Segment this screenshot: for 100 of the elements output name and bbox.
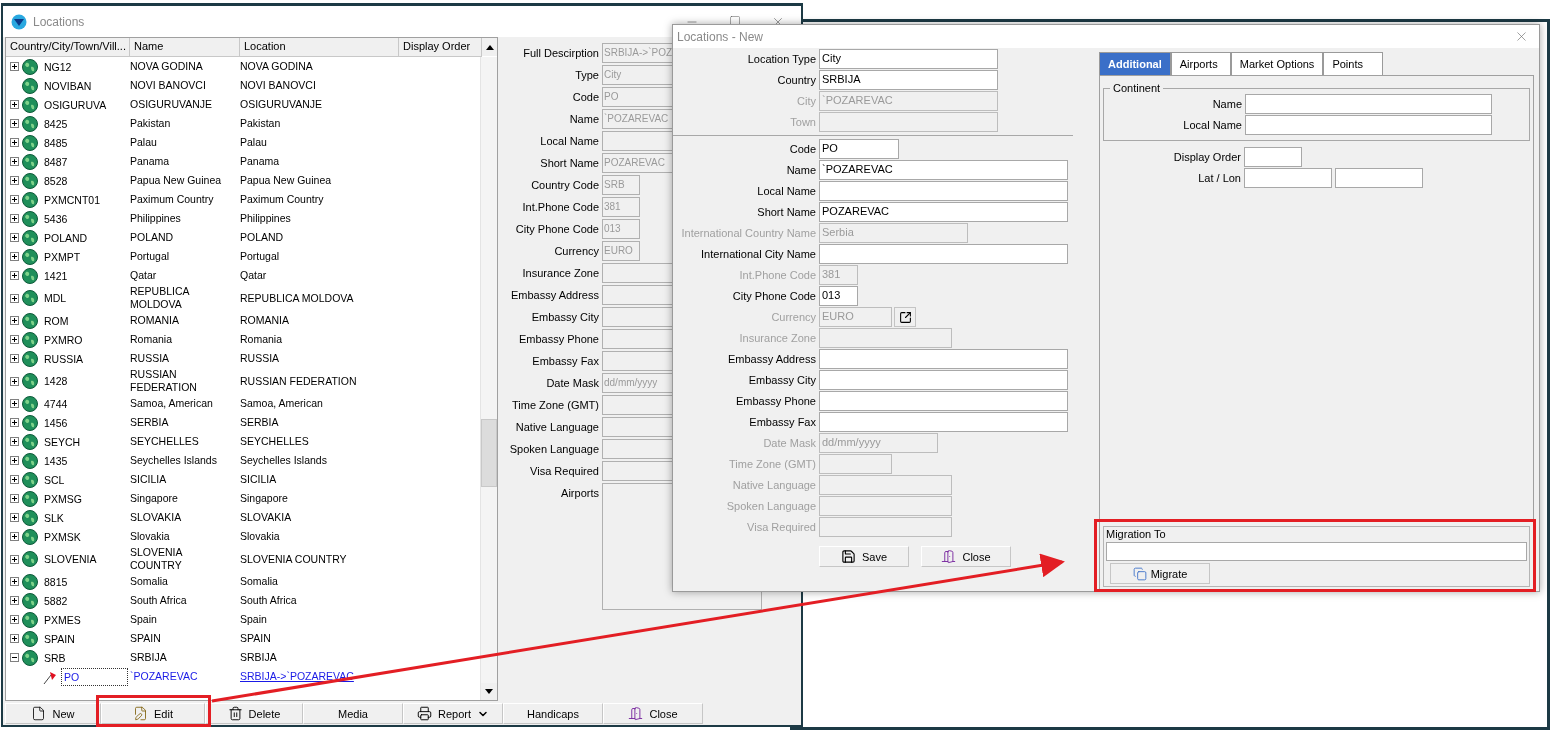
table-cell-text: Singapore bbox=[129, 492, 179, 505]
table-cell-text: Qatar bbox=[129, 269, 158, 282]
field-label: Country Code bbox=[530, 178, 599, 191]
field-label: Town bbox=[789, 116, 816, 128]
field-label: Embassy Address bbox=[726, 353, 816, 365]
table-cell-text: SERBIA bbox=[239, 416, 280, 429]
field-label: Local Name bbox=[1182, 119, 1242, 131]
field-label: Embassy Phone bbox=[734, 395, 816, 407]
table-cell-text: RUSSIA bbox=[129, 352, 171, 365]
field-label: Embassy Address bbox=[509, 288, 599, 301]
field-label: Name bbox=[1211, 98, 1242, 110]
table-cell-text: SLOVAKIA bbox=[239, 511, 293, 524]
field-label: Location Type bbox=[746, 53, 816, 65]
table-cell-text: Somalia bbox=[239, 575, 279, 588]
field-label: International Country Name bbox=[680, 227, 816, 239]
table-cell-text: Seychelles Islands bbox=[239, 454, 328, 467]
table-cell-text: SEYCHELLES bbox=[129, 435, 200, 448]
field-label: Time Zone (GMT) bbox=[728, 458, 816, 470]
field-label: Time Zone (GMT) bbox=[511, 398, 599, 411]
table-cell-text: Slovakia bbox=[239, 530, 281, 543]
table-cell-text: Pakistan bbox=[239, 117, 282, 130]
group-label: Continent bbox=[1112, 82, 1162, 94]
table-cell-text: Portugal bbox=[239, 250, 281, 263]
table-cell-text: REPUBLICA MOLDOVA bbox=[129, 285, 191, 311]
field-label: Embassy Phone bbox=[517, 332, 599, 345]
table-cell-text: Paximum Country bbox=[129, 193, 215, 206]
field-label: Embassy City bbox=[747, 374, 816, 386]
table-cell-text: Philippines bbox=[239, 212, 292, 225]
table-cell-text: SERBIA bbox=[129, 416, 170, 429]
table-cell-text: Paximum Country bbox=[239, 193, 325, 206]
field-label: Visa Required bbox=[529, 464, 599, 477]
table-cell-text: POLAND bbox=[129, 231, 175, 244]
field-label: Native Language bbox=[514, 420, 599, 433]
field-label: Spoken Language bbox=[508, 442, 599, 455]
table-cell-text: SRBIJA bbox=[239, 651, 278, 664]
table-cell-text: SLOVENIA COUNTRY bbox=[129, 546, 184, 572]
field-label: Insurance Zone bbox=[521, 266, 599, 279]
field-label: Currency bbox=[770, 311, 816, 323]
field-label: Local Name bbox=[756, 185, 816, 197]
table-cell-text: Singapore bbox=[239, 492, 289, 505]
field-label: Int.Phone Code bbox=[521, 200, 599, 213]
field-label: City Phone Code bbox=[731, 290, 816, 302]
table-cell-text: RUSSIAN FEDERATION bbox=[239, 374, 358, 388]
field-label: Date Mask bbox=[545, 376, 599, 389]
field-label: Display Order bbox=[1172, 151, 1241, 163]
window-title: Locations bbox=[33, 14, 85, 29]
table-cell-text: Portugal bbox=[129, 250, 171, 263]
table-cell-text: RUSSIAN FEDERATION bbox=[129, 368, 198, 394]
table-cell-text: Somalia bbox=[129, 575, 169, 588]
field-label: Visa Required bbox=[746, 521, 816, 533]
table-cell-text: Panama bbox=[129, 155, 171, 168]
field-label: City Phone Code bbox=[514, 222, 599, 235]
field-label: Date Mask bbox=[762, 437, 816, 449]
table-cell-text: SICILIA bbox=[239, 473, 278, 486]
field-label: Name bbox=[785, 164, 816, 176]
field-label: International City Name bbox=[700, 248, 816, 260]
field-label: Short Name bbox=[756, 206, 816, 218]
table-cell-text: Romania bbox=[129, 333, 174, 346]
table-cell-text: `POZAREVAC bbox=[129, 670, 199, 683]
group-label: Migration To bbox=[1106, 528, 1167, 540]
table-cell-text: ROMANIA bbox=[129, 314, 180, 327]
field-label: Name bbox=[568, 112, 599, 125]
table-cell-text: RUSSIA bbox=[239, 352, 281, 365]
field-label: Currency bbox=[553, 244, 599, 257]
field-label: Short Name bbox=[539, 156, 599, 169]
table-cell-text: Palau bbox=[129, 136, 158, 149]
table-cell-text: Romania bbox=[239, 333, 284, 346]
table-cell-text: NOVI BANOVCI bbox=[239, 79, 317, 92]
table-cell-text: SICILIA bbox=[129, 473, 168, 486]
field-label: Insurance Zone bbox=[738, 332, 816, 344]
table-cell-text: Philippines bbox=[129, 212, 182, 225]
table-cell-text: SLOVENIA COUNTRY bbox=[239, 552, 348, 566]
table-cell-text: South Africa bbox=[239, 594, 298, 607]
field-label: Country bbox=[776, 74, 816, 86]
field-label: Code bbox=[788, 143, 816, 155]
table-cell-text: OSIGURUVANJE bbox=[129, 98, 214, 111]
field-label: Spoken Language bbox=[725, 500, 816, 512]
field-label: Code bbox=[571, 90, 599, 103]
table-cell-text: ROMANIA bbox=[239, 314, 290, 327]
table-cell-text: SEYCHELLES bbox=[239, 435, 310, 448]
table-cell-text: Spain bbox=[129, 613, 158, 626]
table-cell-text: NOVI BANOVCI bbox=[129, 79, 207, 92]
table-cell-text: South Africa bbox=[129, 594, 188, 607]
table-cell-text: Palau bbox=[239, 136, 268, 149]
table-cell-text: Seychelles Islands bbox=[129, 454, 218, 467]
table-cell-text: Spain bbox=[239, 613, 268, 626]
table-cell-text: Samoa, American bbox=[239, 397, 324, 410]
table-cell-text: NOVA GODINA bbox=[129, 60, 204, 73]
table-cell-text: Samoa, American bbox=[129, 397, 214, 410]
table-cell-text: Qatar bbox=[239, 269, 268, 282]
table-cell-text: SLOVAKIA bbox=[129, 511, 183, 524]
field-label: Int.Phone Code bbox=[738, 269, 816, 281]
field-label: Embassy Fax bbox=[531, 354, 599, 367]
table-cell-text: SPAIN bbox=[129, 632, 162, 645]
table-cell-text: NOVA GODINA bbox=[239, 60, 314, 73]
table-cell-text: POLAND bbox=[239, 231, 285, 244]
field-label: Lat / Lon bbox=[1197, 172, 1241, 184]
field-label: Native Language bbox=[731, 479, 816, 491]
field-label: Local Name bbox=[539, 134, 599, 147]
field-label: Type bbox=[574, 68, 599, 81]
